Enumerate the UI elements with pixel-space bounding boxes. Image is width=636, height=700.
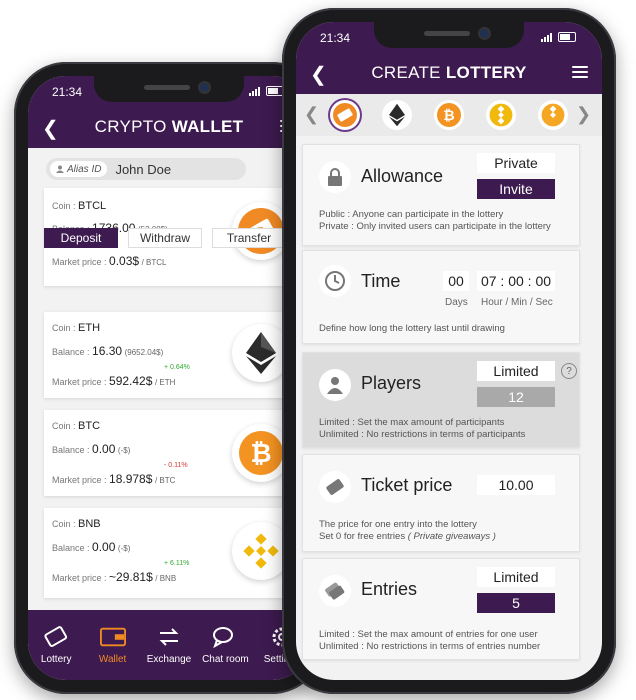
status-time: 21:34 bbox=[320, 31, 351, 45]
tab-label: Wallet bbox=[98, 653, 127, 665]
players-mode-select[interactable]: Limited bbox=[477, 361, 555, 381]
tab-label: Exchange bbox=[146, 653, 192, 665]
coin-symbol: BTCL bbox=[78, 200, 107, 212]
entries-count-input[interactable]: 5 bbox=[477, 593, 555, 613]
camera-icon bbox=[480, 29, 489, 38]
page-title: CRYPTO WALLET bbox=[94, 117, 244, 136]
entries-section: Entries Limited 5 Limited : Set the max … bbox=[302, 558, 580, 660]
hms-input[interactable]: 07 : 00 : 00 bbox=[477, 271, 555, 291]
allowance-section: Allowance Private Invite Public : Anyone… bbox=[302, 144, 580, 246]
chevron-right-icon[interactable]: ❯ bbox=[576, 104, 591, 125]
hms-label: Hour / Min / Sec bbox=[481, 297, 553, 308]
wallet-screen: 21:34 ❮ CRYPTO WALLET Alias ID John Doe … bbox=[28, 76, 310, 680]
battery-icon bbox=[558, 32, 576, 42]
phone-notch bbox=[94, 76, 244, 102]
price-change: + 0.64% bbox=[164, 364, 190, 371]
lottery-app-bar: ❮ CREATE LOTTERY bbox=[296, 52, 602, 94]
players-section: Players Limited 12 ? Limited : Set the m… bbox=[302, 352, 580, 448]
coin-card-btc[interactable]: Coin : BTC Balance : 0.00 (-$) - 0.11% M… bbox=[44, 410, 300, 496]
coin-selector: ❮ ₿ ❯ bbox=[296, 94, 602, 136]
entries-mode-select[interactable]: Limited bbox=[477, 567, 555, 587]
user-icon bbox=[56, 165, 64, 173]
private-option[interactable]: Private bbox=[477, 153, 555, 173]
tab-label: Chat room bbox=[202, 653, 249, 665]
section-note: Limited : Set the max amount of entries … bbox=[319, 629, 541, 652]
exchange-icon bbox=[156, 626, 182, 648]
section-note: Define how long the lottery last until d… bbox=[319, 323, 505, 334]
days-label: Days bbox=[445, 297, 468, 308]
coin-price: ~29.81$ bbox=[109, 570, 153, 584]
binance-icon[interactable] bbox=[538, 100, 568, 130]
bitcoin-icon[interactable]: ₿ bbox=[434, 100, 464, 130]
coin-symbol: BNB bbox=[78, 518, 101, 530]
players-count-input[interactable]: 12 bbox=[477, 387, 555, 407]
chevron-left-icon[interactable]: ❮ bbox=[304, 104, 319, 125]
help-icon[interactable]: ? bbox=[561, 363, 577, 379]
section-note: Public : Anyone can participate in the l… bbox=[319, 209, 551, 232]
days-input[interactable]: 00 bbox=[443, 271, 469, 291]
tab-exchange[interactable]: Exchange bbox=[141, 610, 197, 680]
binance-icon[interactable] bbox=[486, 100, 516, 130]
hamburger-menu-icon[interactable] bbox=[572, 66, 588, 79]
wallet-phone: 21:34 ❮ CRYPTO WALLET Alias ID John Doe … bbox=[14, 62, 324, 694]
coin-card-bnb[interactable]: Coin : BNB Balance : 0.00 (-$) + 6.11% M… bbox=[44, 508, 300, 598]
signal-icon bbox=[541, 32, 552, 42]
coin-symbol: BTC bbox=[78, 420, 101, 432]
price-change: - 0.11% bbox=[164, 462, 188, 469]
section-title: Entries bbox=[361, 579, 418, 599]
status-time: 21:34 bbox=[52, 85, 83, 99]
coin-balance: 0.00 bbox=[92, 540, 116, 554]
chat-icon bbox=[212, 626, 238, 648]
tickets-icon bbox=[319, 575, 351, 607]
tab-label: Lottery bbox=[40, 653, 72, 665]
signal-icon bbox=[249, 86, 260, 96]
svg-text:₿: ₿ bbox=[443, 108, 454, 124]
lock-icon bbox=[319, 161, 351, 193]
bottom-tab-bar: Lottery Wallet Exchange Chat room Settin… bbox=[28, 610, 310, 680]
page-title: CREATE LOTTERY bbox=[371, 63, 527, 82]
section-title: Time bbox=[361, 271, 401, 291]
coin-price: 0.03$ bbox=[109, 254, 140, 268]
coin-balance: 16.30 bbox=[92, 344, 123, 358]
coin-symbol: ETH bbox=[78, 322, 101, 334]
wallet-icon bbox=[99, 626, 126, 648]
ethereum-icon[interactable] bbox=[382, 100, 412, 130]
section-title: Ticket price bbox=[361, 475, 453, 495]
ticket-price-section: Ticket price 10.00 The price for one ent… bbox=[302, 454, 580, 552]
svg-text:₿: ₿ bbox=[250, 439, 271, 469]
coin-balance: 0.00 bbox=[92, 442, 116, 456]
invite-option[interactable]: Invite bbox=[477, 179, 555, 199]
camera-icon bbox=[200, 83, 209, 92]
section-title: Allowance bbox=[361, 166, 444, 186]
tab-chat-room[interactable]: Chat room bbox=[197, 610, 253, 680]
alias-tag: Alias ID bbox=[50, 161, 108, 177]
coin-card-eth[interactable]: Coin : ETH Balance : 16.30 (9652.04$) + … bbox=[44, 312, 300, 398]
transfer-button[interactable]: Transfer bbox=[212, 228, 286, 248]
ticket-icon bbox=[43, 625, 69, 648]
phone-notch bbox=[374, 22, 524, 48]
section-note: Limited : Set the max amount of particip… bbox=[319, 417, 526, 440]
deposit-button[interactable]: Deposit bbox=[44, 228, 118, 248]
lottery-phone: 21:34 ❮ CREATE LOTTERY ❮ ₿ ❯ Allowance P… bbox=[282, 8, 616, 694]
ticket-coin-icon[interactable] bbox=[330, 100, 360, 130]
alias-field: Alias ID John Doe bbox=[46, 158, 246, 180]
section-note: The price for one entry into the lottery… bbox=[319, 519, 496, 542]
coin-price: 18.978$ bbox=[109, 472, 153, 486]
time-section: Time 00 07 : 00 : 00 Days Hour / Min / S… bbox=[302, 250, 580, 344]
tab-wallet[interactable]: Wallet bbox=[84, 610, 140, 680]
wallet-app-bar: ❮ CRYPTO WALLET bbox=[28, 106, 310, 148]
alias-name: John Doe bbox=[115, 161, 172, 177]
coin-price: 592.42$ bbox=[109, 374, 153, 388]
withdraw-button[interactable]: Withdraw bbox=[128, 228, 202, 248]
lottery-screen: 21:34 ❮ CREATE LOTTERY ❮ ₿ ❯ Allowance P… bbox=[296, 22, 602, 680]
ticket-icon bbox=[319, 471, 351, 503]
price-change: + 6.11% bbox=[164, 560, 190, 567]
user-icon bbox=[319, 369, 351, 401]
section-title: Players bbox=[361, 373, 422, 393]
clock-icon bbox=[319, 265, 351, 297]
ticket-price-input[interactable]: 10.00 bbox=[477, 475, 555, 495]
wallet-actions: Deposit Withdraw Transfer bbox=[44, 228, 304, 248]
tab-lottery[interactable]: Lottery bbox=[28, 610, 84, 680]
